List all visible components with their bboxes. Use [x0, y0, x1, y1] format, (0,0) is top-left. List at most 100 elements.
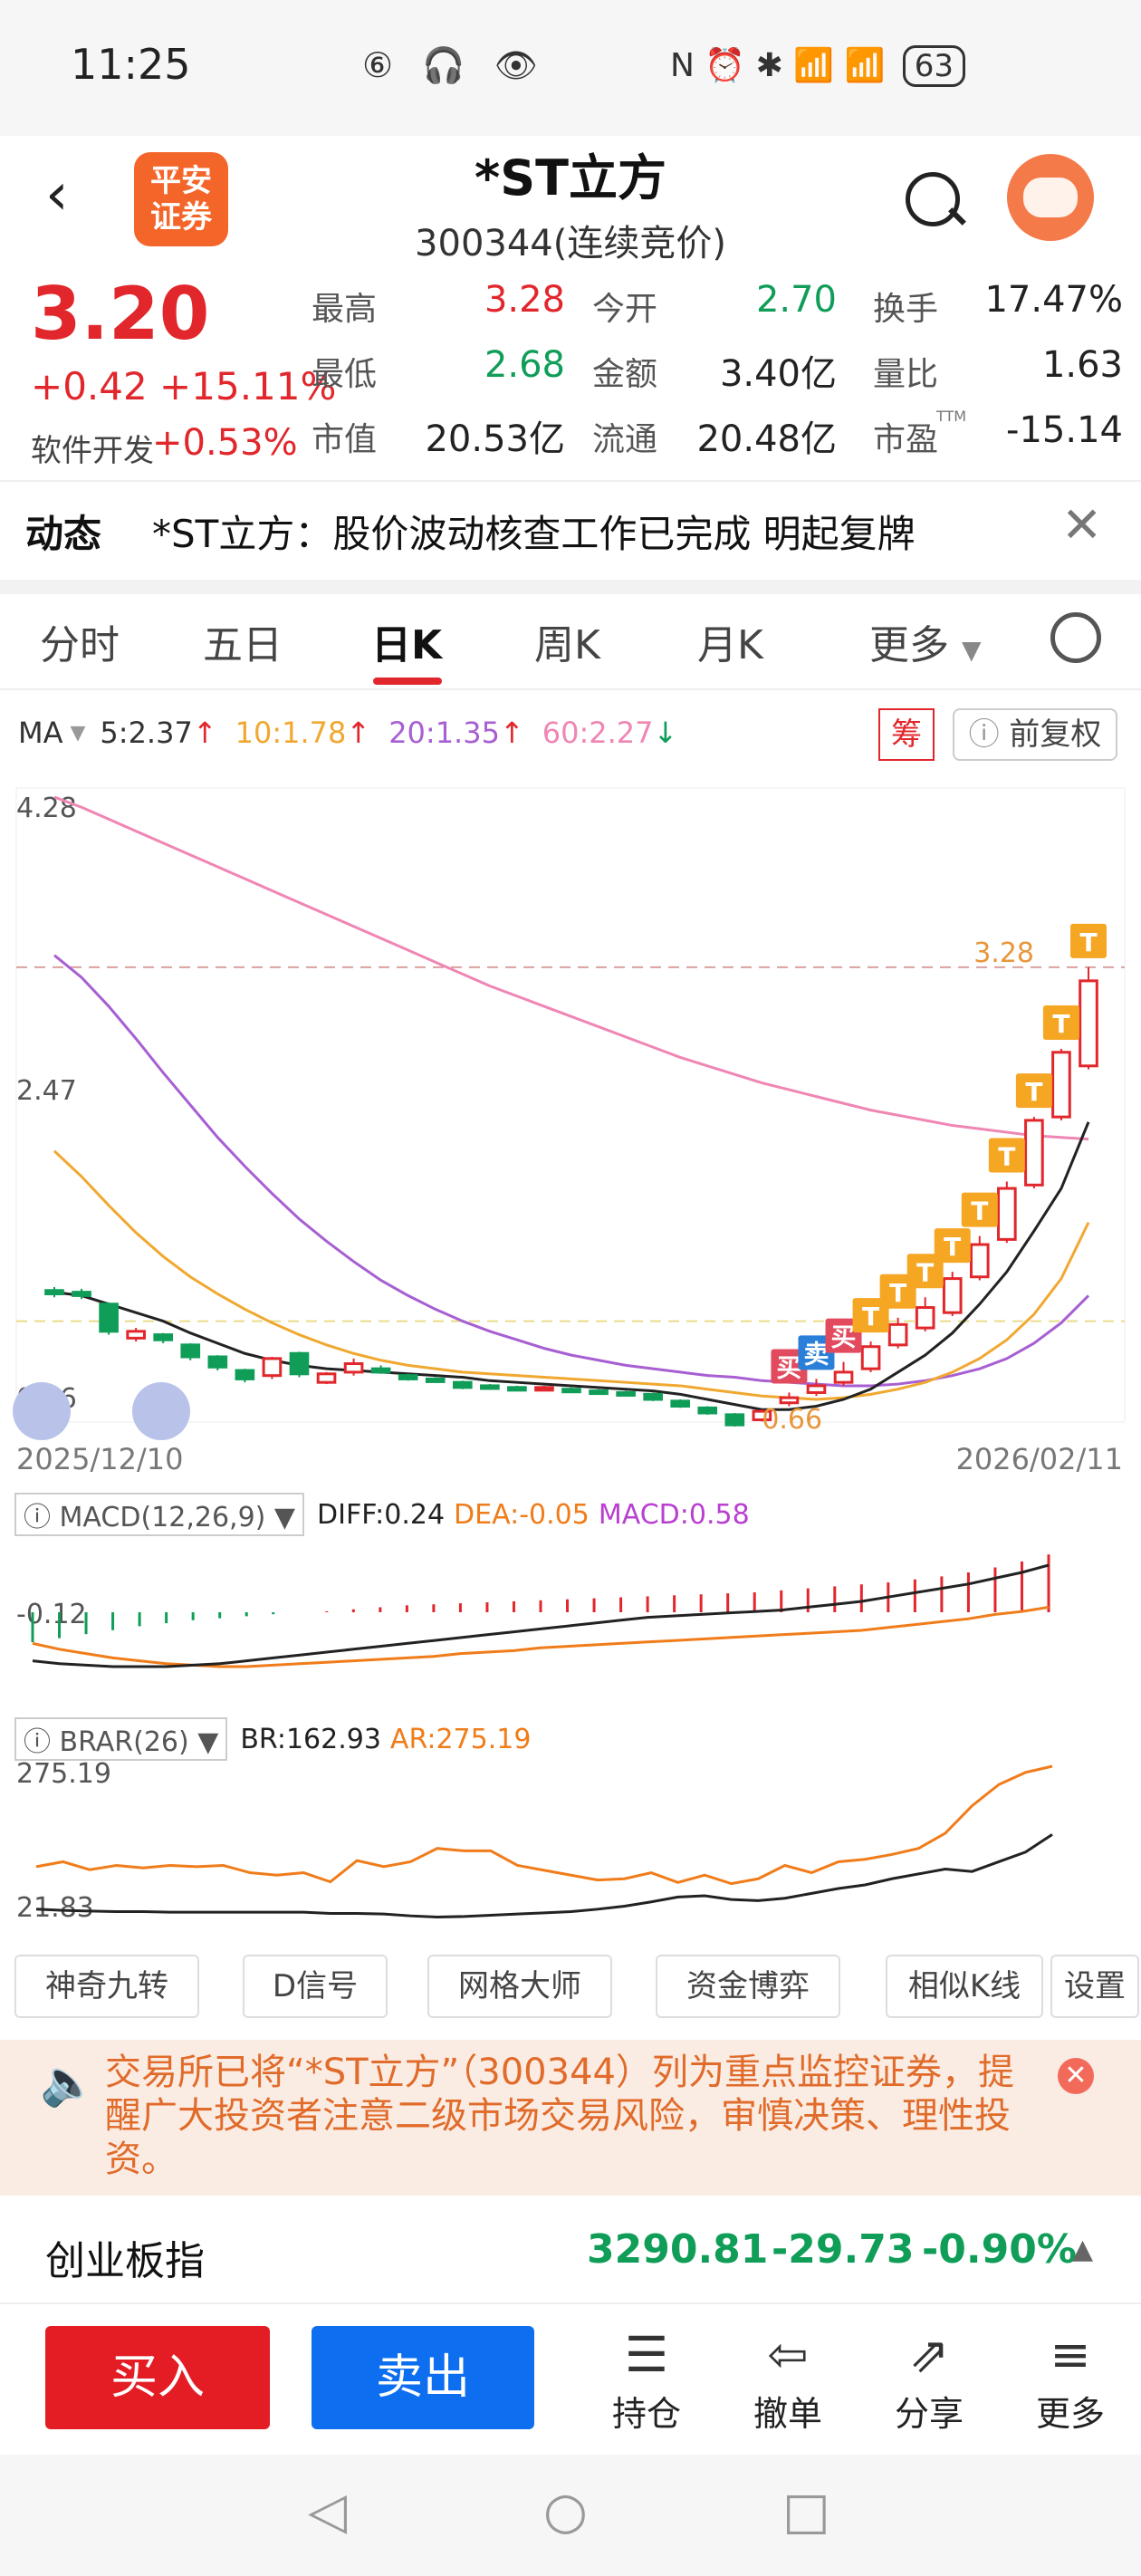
button-settings[interactable]: 设置	[1050, 1955, 1139, 2018]
ma-legend[interactable]: MA ▼ 5:2.37 ↑ 10:1.78 ↑ 20:1.35 ↑ 60:2.27 ↓	[18, 716, 677, 750]
status-right-icons: N ⏰ ✱ 📶 📶 63	[670, 45, 973, 87]
candle-body	[425, 1377, 446, 1383]
news-text[interactable]: *ST立方：股价波动核查工作已完成 明起复牌	[152, 504, 916, 559]
candle-body	[235, 1369, 255, 1380]
macd-chart[interactable]: -0.12	[0, 1540, 1141, 1712]
quote-value: 3.40亿	[719, 353, 837, 395]
tab-weekly-k[interactable]: 周K	[534, 612, 600, 670]
macd-axis-label: -0.12	[16, 1599, 87, 1630]
candle-body	[99, 1302, 119, 1333]
adjust-button[interactable]: ⓘ 前复权	[953, 708, 1117, 761]
macd-title-text: MACD(12,26,9)	[59, 1502, 266, 1533]
candle-body	[915, 1306, 935, 1330]
macd-legend[interactable]: ⓘ MACD(12,26,9) ▼ DIFF:0.24 DEA:-0.05 MA…	[14, 1493, 750, 1536]
candle-body	[969, 1243, 990, 1279]
trade-mark-label: T	[1025, 1077, 1042, 1107]
dea-line	[32, 1605, 1050, 1668]
brar-ar: AR:275.19	[389, 1723, 532, 1755]
index-change: -29.73	[772, 2226, 915, 2273]
position-button[interactable]: ☰ 持仓	[601, 2326, 692, 2436]
button-grid-master[interactable]: 网格大师	[427, 1955, 612, 2018]
trade-mark-label: 买	[776, 1352, 801, 1382]
nav-back-icon[interactable]: ◁	[308, 2482, 347, 2541]
nav-recent-icon[interactable]: □	[782, 2482, 830, 2541]
macd-dea: DEA:-0.05	[454, 1498, 590, 1531]
high-price-label: 3.28	[973, 937, 1034, 969]
share-button[interactable]: ⇗ 分享	[884, 2326, 974, 2436]
tab-daily-k[interactable]: 日K	[371, 612, 442, 670]
ma20-value: 20:1.35	[388, 716, 500, 750]
br-line	[35, 1833, 1053, 1919]
down-arrow-icon: ↓	[653, 716, 678, 750]
position-icon: ☰	[624, 2326, 669, 2383]
button-shenqi-jiuzhuan[interactable]: 神奇九转	[14, 1955, 199, 2018]
brar-axis-label: 275.19	[16, 1758, 111, 1790]
tab-more[interactable]: 更多 ▼	[869, 612, 982, 670]
ma-label: MA	[18, 716, 63, 750]
chips-button[interactable]: 筹	[878, 708, 935, 761]
more-button[interactable]: ≡ 更多	[1025, 2326, 1116, 2436]
gear-icon[interactable]	[1050, 612, 1101, 663]
brar-chart[interactable]: 275.19 21.83	[0, 1757, 1141, 1938]
tab-wuri[interactable]: 五日	[203, 612, 283, 670]
quote-value: 2.68	[484, 344, 565, 386]
candle-body	[997, 1187, 1017, 1241]
trade-mark-label: T	[916, 1257, 934, 1287]
cancel-order-icon: ⇦	[767, 2326, 809, 2383]
buy-button[interactable]: 买入	[45, 2326, 270, 2429]
candle-body	[370, 1367, 391, 1374]
tab-fenshi[interactable]: 分时	[40, 612, 120, 670]
cancel-order-button[interactable]: ⇦ 撤单	[743, 2326, 833, 2436]
fullscreen-icon[interactable]	[132, 1382, 190, 1440]
y-axis-label: 4.28	[16, 793, 77, 824]
expand-up-icon[interactable]: ▲	[1072, 2234, 1093, 2265]
macd-title[interactable]: ⓘ MACD(12,26,9) ▼	[14, 1493, 304, 1536]
search-icon[interactable]	[906, 172, 960, 226]
industry-change[interactable]: +0.53%	[152, 422, 298, 464]
button-d-signal[interactable]: D信号	[243, 1955, 388, 2018]
quote-value: 17.47%	[984, 279, 1123, 321]
up-arrow-icon: ↑	[499, 716, 524, 750]
ma60-value: 60:2.27	[542, 716, 654, 750]
industry-label[interactable]: 软件开发	[31, 426, 154, 470]
brar-legend[interactable]: ⓘ BRAR(26) ▼ BR:162.93 AR:275.19	[14, 1717, 531, 1761]
avatar-chat-icon	[1023, 178, 1078, 217]
end-date-label: 2026/02/11	[956, 1442, 1123, 1476]
expand-left-icon[interactable]	[13, 1382, 71, 1440]
ar-line	[35, 1764, 1053, 1886]
trade-mark-label: T	[971, 1197, 988, 1226]
chevron-down-icon: ▼	[962, 635, 982, 665]
more-label: 更多	[1035, 2394, 1105, 2434]
candle-body	[480, 1384, 500, 1390]
candle-body	[72, 1291, 91, 1297]
kline-chart[interactable]: 4.282.470.66买卖买TTTTTTTTT3.280.662025/12/…	[0, 770, 1141, 1485]
stock-code: 300344(连续竞价)	[415, 223, 726, 264]
signal-icons: N ⏰ ✱ 📶 📶	[670, 47, 886, 84]
close-icon[interactable]: ✕	[1061, 496, 1102, 553]
button-similar-k[interactable]: 相似K线	[886, 1955, 1043, 2018]
position-label: 持仓	[611, 2394, 681, 2434]
candle-body	[343, 1362, 364, 1374]
candle-body	[316, 1372, 337, 1384]
candle-body	[806, 1384, 827, 1394]
share-icon: ⇗	[908, 2326, 950, 2383]
candle-body	[534, 1386, 554, 1392]
index-value: 3290.81	[587, 2226, 769, 2273]
sell-button[interactable]: 卖出	[312, 2326, 534, 2429]
tab-monthly-k[interactable]: 月K	[697, 612, 763, 670]
nav-home-icon[interactable]: ○	[543, 2482, 588, 2541]
trade-mark-label: T	[1052, 1009, 1069, 1039]
chevron-down-icon: ▼	[70, 721, 86, 745]
candle-body	[616, 1390, 636, 1397]
up-arrow-icon: ↑	[346, 716, 371, 750]
brar-title[interactable]: ⓘ BRAR(26) ▼	[14, 1717, 228, 1761]
back-button[interactable]: ‹	[45, 161, 69, 228]
button-capital-game[interactable]: 资金博弈	[656, 1955, 840, 2018]
trade-mark-label: T	[889, 1278, 906, 1308]
candle-body	[452, 1380, 473, 1389]
close-icon[interactable]: ✕	[1058, 2058, 1094, 2094]
quote-value: 1.63	[1041, 344, 1123, 386]
quote-grid: 最高 3.28 今开 2.70 换手 17.47% 最低 2.68 金额 3.40亿 量比 1.63 市…	[312, 279, 1127, 473]
quote-value: 20.53亿	[425, 418, 565, 460]
candle-body	[398, 1374, 418, 1380]
